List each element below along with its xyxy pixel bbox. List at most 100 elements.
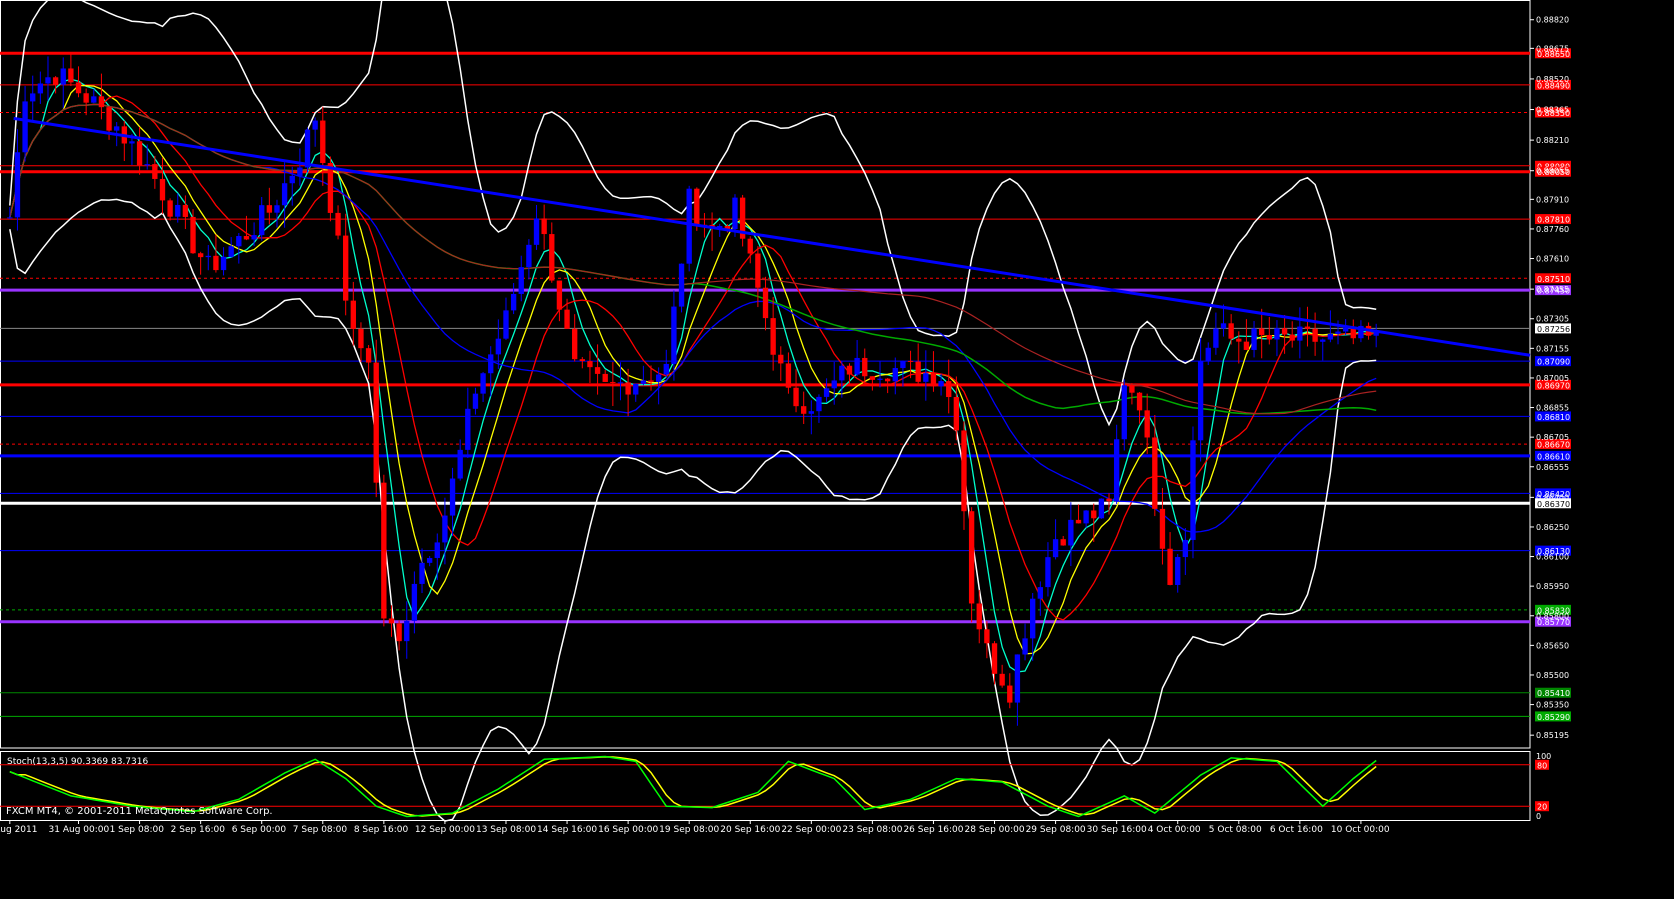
chart-window[interactable]: 80 20 100 0 0.886500.884900.883500.880800.8… bbox=[0, 0, 1674, 895]
candle-body bbox=[243, 236, 250, 240]
candle-body bbox=[350, 300, 356, 329]
price-level-badge-label: 0.86810 bbox=[1537, 413, 1570, 422]
time-tick-label: 23 Sep 08:00 bbox=[842, 825, 902, 835]
time-axis: 29 Aug 2011 31 Aug 00:001 Sep 08:00 2 Sep … bbox=[0, 820, 1530, 835]
time-tick-label: 12 Sep 00:00 bbox=[415, 825, 475, 835]
candle-body bbox=[304, 129, 311, 168]
candle-body bbox=[640, 380, 647, 384]
candle-body bbox=[220, 256, 227, 271]
candle-body bbox=[1075, 519, 1082, 524]
candle-body bbox=[1007, 685, 1013, 703]
candle-body bbox=[587, 361, 593, 368]
candle-body bbox=[984, 629, 990, 644]
candle-body bbox=[1259, 328, 1265, 335]
stochastic-indicator-label: Stoch(13,3,5) 90.3369 83.7316 bbox=[7, 757, 148, 767]
time-tick-label: 30 Sep 16:00 bbox=[1087, 825, 1147, 835]
time-tick-label: 16 Sep 00:00 bbox=[598, 825, 658, 835]
candle-body bbox=[663, 363, 669, 375]
price-tick-label: 0.88365 bbox=[1536, 106, 1569, 115]
candle-body bbox=[228, 246, 234, 257]
candle-body bbox=[1083, 510, 1089, 524]
time-tick-label: 1 Sep 08:00 bbox=[110, 825, 165, 835]
candle-body bbox=[1091, 510, 1097, 519]
candle-body bbox=[915, 361, 921, 382]
candle-body bbox=[327, 163, 334, 213]
time-tick-label: 20 Sep 16:00 bbox=[720, 825, 780, 835]
candle-body bbox=[1220, 323, 1227, 329]
candle-body bbox=[671, 306, 677, 364]
candle-body bbox=[1335, 331, 1341, 334]
candle-body bbox=[938, 381, 944, 387]
candle-body bbox=[877, 378, 883, 380]
candle-body bbox=[801, 406, 807, 414]
candle-body bbox=[823, 388, 830, 397]
candle-body bbox=[358, 328, 364, 349]
candle-body bbox=[434, 542, 440, 559]
candle-body bbox=[197, 253, 204, 258]
chart-canvas[interactable]: 80 20 100 0 0.886500.884900.883500.880800.8… bbox=[0, 0, 1674, 895]
candle-body bbox=[648, 380, 654, 382]
candle-body bbox=[617, 382, 624, 384]
candle-body bbox=[1350, 328, 1356, 339]
candle-body bbox=[297, 167, 303, 176]
candle-body bbox=[1342, 328, 1349, 332]
candle-body bbox=[1175, 557, 1181, 585]
time-tick-label: 6 Oct 16:00 bbox=[1270, 825, 1323, 835]
candle-body bbox=[22, 101, 28, 153]
candle-body bbox=[68, 68, 74, 83]
candle-body bbox=[732, 197, 738, 230]
time-tick-label: 29 Sep 08:00 bbox=[1026, 825, 1086, 835]
candle-body bbox=[655, 374, 662, 382]
candle-body bbox=[1121, 385, 1127, 440]
candle-body bbox=[602, 373, 608, 382]
price-tick-label: 0.86250 bbox=[1536, 523, 1569, 532]
candle-body bbox=[961, 430, 967, 512]
price-level-badge-label: 0.85410 bbox=[1537, 689, 1570, 698]
candle-body bbox=[167, 200, 173, 217]
candle-body bbox=[1213, 328, 1219, 348]
candle-body bbox=[259, 205, 265, 236]
time-tick-label: 4 Oct 00:00 bbox=[1148, 825, 1201, 835]
candle-body bbox=[1266, 334, 1272, 340]
current-price-label: 0.87256 bbox=[1537, 325, 1570, 334]
candle-body bbox=[869, 376, 876, 380]
candle-body bbox=[610, 381, 616, 383]
candle-body bbox=[1052, 539, 1059, 558]
candle-body bbox=[190, 216, 196, 254]
time-tick-label: 6 Sep 00:00 bbox=[232, 825, 287, 835]
time-tick-label: 26 Sep 16:00 bbox=[903, 825, 963, 835]
candle-body bbox=[472, 393, 479, 409]
candle-body bbox=[1037, 587, 1043, 599]
candle-body bbox=[930, 373, 937, 387]
main-price-panel[interactable] bbox=[0, 0, 1531, 822]
time-tick-label: 22 Sep 00:00 bbox=[781, 825, 841, 835]
time-tick-label: 13 Sep 08:00 bbox=[476, 825, 536, 835]
time-tick-label: 28 Sep 00:00 bbox=[965, 825, 1025, 835]
candle-body bbox=[1144, 410, 1150, 438]
candle-body bbox=[75, 82, 82, 94]
candle-body bbox=[1236, 338, 1242, 342]
candle-body bbox=[1022, 638, 1028, 655]
ma-blue-line bbox=[9, 103, 1377, 533]
candle-body bbox=[37, 83, 44, 94]
candle-body bbox=[404, 620, 410, 642]
candle-body bbox=[1190, 440, 1196, 540]
candle-body bbox=[503, 310, 509, 339]
candle-body bbox=[1030, 598, 1036, 639]
candle-body bbox=[1320, 339, 1326, 342]
candle-body bbox=[793, 387, 799, 407]
candle-body bbox=[1304, 326, 1311, 329]
price-tick-label: 0.85500 bbox=[1536, 671, 1569, 680]
candle-body bbox=[1297, 326, 1303, 341]
candle-body bbox=[1129, 385, 1135, 393]
candle-body bbox=[533, 218, 540, 245]
time-tick-label: 5 Oct 08:00 bbox=[1209, 825, 1262, 835]
candle-body bbox=[152, 164, 158, 179]
price-level-badge-label: 0.87810 bbox=[1537, 216, 1570, 225]
price-tick-label: 0.86705 bbox=[1536, 433, 1569, 442]
price-tick-label: 0.86400 bbox=[1536, 493, 1569, 502]
price-tick-label: 0.87005 bbox=[1536, 374, 1569, 383]
candle-body bbox=[1045, 557, 1051, 588]
price-tick-label: 0.86555 bbox=[1536, 463, 1569, 472]
price-level-badge-label: 0.87510 bbox=[1537, 275, 1570, 284]
